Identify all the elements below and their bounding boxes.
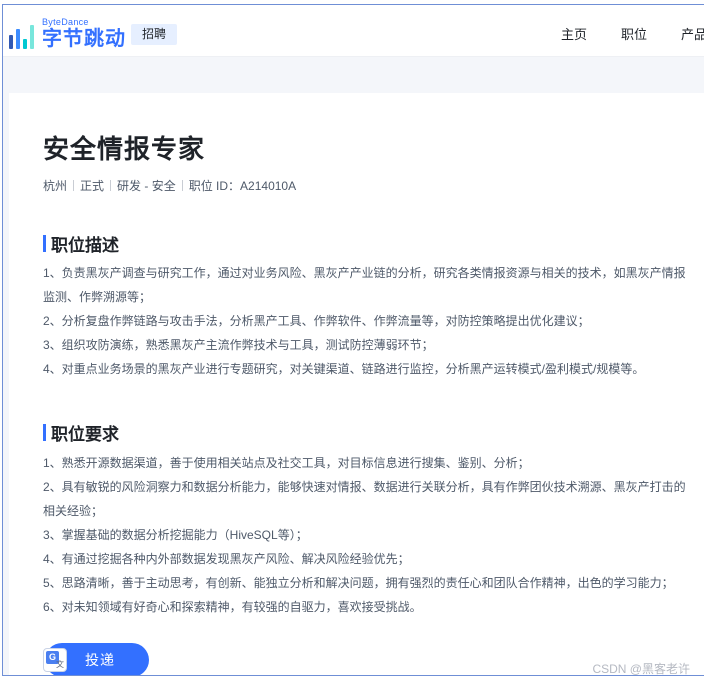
description-heading: 职位描述 [43,231,119,256]
logo-english-text: ByteDance [42,17,89,27]
list-item: 相关经验； [43,504,104,518]
list-item: 2、具有敏锐的风险洞察力和数据分析能力，能够快速对情报、数据进行关联分析，具有作… [43,480,686,494]
google-translate-icon[interactable]: G 文 [43,648,67,672]
list-item: 5、思路清晰，善于主动思考，有创新、能独立分析和解决问题，拥有强烈的责任心和团队… [43,576,674,590]
logo-bars-icon [9,25,34,49]
requirements-heading-text: 职位要求 [51,425,119,444]
job-location: 杭州 [43,179,68,193]
list-item: 2、分析复盘作弊链路与攻击手法，分析黑产工具、作弊软件、作弊流量等，对防控策略提… [43,314,590,328]
list-item: 4、有通过挖掘各种内外部数据发现黑灰产风险、解决风险经验优先； [43,552,410,566]
job-type: 正式 [80,179,105,193]
list-item: 1、熟悉开源数据渠道，善于使用相关站点及社交工具，对目标信息进行搜集、鉴别、分析… [43,456,530,470]
list-item: 6、对未知领域有好奇心和探索精神，有较强的自驱力，喜欢接受挑战。 [43,600,422,614]
list-item: 1、负责黑灰产调查与研究工作，通过对业务风险、黑灰产产业链的分析，研究各类情报资… [43,266,686,280]
logo-chinese-text: 字节跳动 [42,28,126,50]
nav-item-home[interactable]: 主页 [561,24,587,43]
main-nav: 主页 职位 产品 [561,24,704,43]
meta-divider [73,180,75,191]
heading-accent-bar [43,424,46,441]
job-detail-panel: 安全情报专家 杭州 正式 研发 - 安全 职位 ID：A214010A 职位描述… [9,93,704,675]
heading-accent-bar [43,235,46,252]
description-list: 1、负责黑灰产调查与研究工作，通过对业务风险、黑灰产产业链的分析，研究各类情报资… [43,261,699,381]
nav-item-products[interactable]: 产品 [681,24,704,43]
job-title: 安全情报专家 [43,134,206,164]
watermark-text: CSDN @黑客老许 [592,662,690,676]
top-navbar: ByteDance 字节跳动 招聘 主页 职位 产品 [3,5,704,57]
translate-a-glyph: 文 [56,660,64,669]
requirements-heading: 职位要求 [43,420,119,445]
job-meta: 杭州 正式 研发 - 安全 职位 ID：A214010A [43,177,296,194]
recruit-badge: 招聘 [131,24,178,45]
list-item: 4、对重点业务场景的黑灰产业进行专题研究，对关键渠道、链路进行监控，分析黑产运转… [43,362,645,376]
requirements-list: 1、熟悉开源数据渠道，善于使用相关站点及社交工具，对目标信息进行搜集、鉴别、分析… [43,451,699,619]
meta-divider [110,180,112,191]
job-id: 职位 ID：A214010A [188,179,297,193]
list-item: 监测、作弊溯源等； [43,290,152,304]
meta-divider [181,180,183,191]
nav-item-jobs[interactable]: 职位 [621,24,647,43]
bytedance-logo[interactable]: ByteDance 字节跳动 [9,15,126,49]
list-item: 3、组织攻防演练，熟悉黑灰产主流作弊技术与工具，测试防控薄弱环节； [43,338,434,352]
job-category: 研发 - 安全 [117,179,176,193]
apply-button-label: 投递 [85,652,115,668]
description-heading-text: 职位描述 [51,236,119,255]
list-item: 3、掌握基础的数据分析挖掘能力（HiveSQL等）； [43,528,308,542]
page-frame: ByteDance 字节跳动 招聘 主页 职位 产品 安全情报专家 杭州 正式 … [2,4,704,676]
